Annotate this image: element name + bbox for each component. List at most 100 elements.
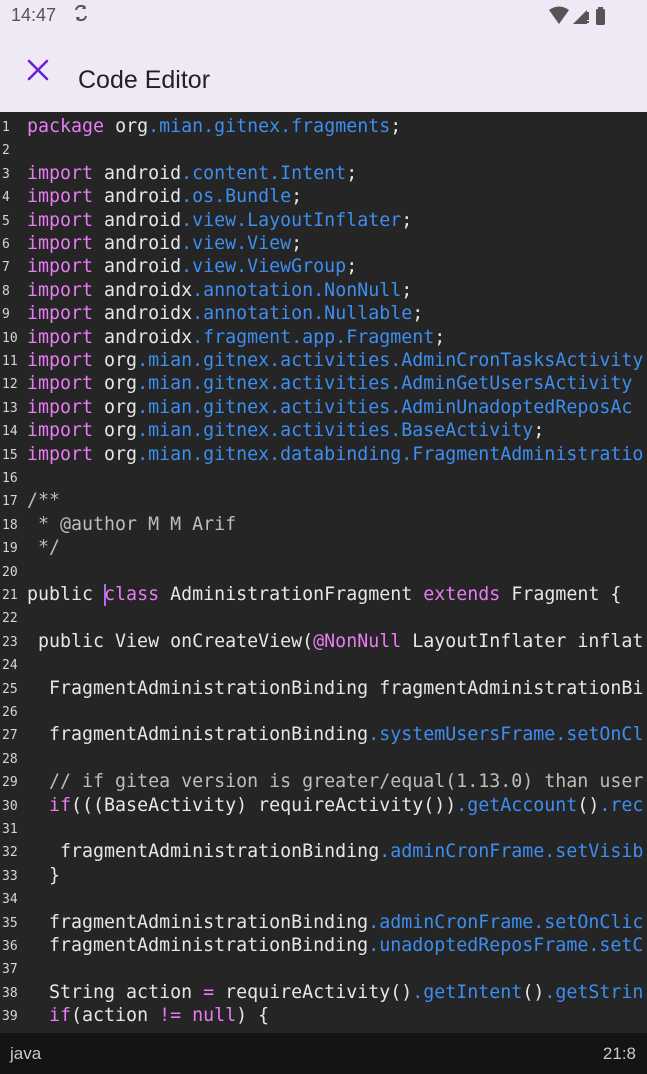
line-number: 27 xyxy=(2,728,18,744)
cursor-position: 21:8 xyxy=(602,1044,636,1063)
code-text: public class AdministrationFragment exte… xyxy=(27,583,621,606)
code-token: @NonNull xyxy=(313,630,402,652)
line-number: 34 xyxy=(2,892,18,908)
code-text: fragmentAdministrationBinding.adminCronF… xyxy=(27,840,643,863)
code-token: androidx xyxy=(104,303,193,325)
code-token: .getStrin xyxy=(544,981,644,1003)
code-text: if(((BaseActivity) requireActivity()).ge… xyxy=(27,794,643,817)
signal-icon xyxy=(573,10,589,24)
line-number: 39 xyxy=(2,1009,18,1025)
wifi-icon xyxy=(549,6,569,24)
code-token: AdministrationFragment xyxy=(170,584,424,605)
code-token: String action xyxy=(27,981,204,1003)
line-number: 28 xyxy=(2,751,18,767)
code-line[interactable]: 2 xyxy=(0,138,647,161)
line-number: 14 xyxy=(2,424,18,440)
code-line[interactable]: 23 public View onCreateView(@NonNull Lay… xyxy=(0,630,647,653)
line-number: 38 xyxy=(2,985,18,1001)
code-line[interactable]: 5 import android.view.LayoutInflater; xyxy=(0,209,647,232)
code-token: .adminCronFrame.setVisib xyxy=(379,841,644,863)
code-token: () xyxy=(522,981,545,1003)
code-token: android xyxy=(104,186,182,208)
line-number: 36 xyxy=(2,939,18,954)
code-token: .content.Intent xyxy=(181,162,347,184)
code-token: .mian.gitnex.databinding.FragmentAdminis… xyxy=(137,443,644,465)
code-token: .mian.gitnex.activities.AdminGetUsersAct… xyxy=(137,373,633,395)
code-token: import xyxy=(27,396,105,418)
code-line[interactable]: 1 package org.mian.gitnex.fragments; xyxy=(0,115,647,138)
code-token: != xyxy=(159,1005,182,1027)
code-line[interactable]: 35 fragmentAdministrationBinding.adminCr… xyxy=(0,911,647,934)
line-number: 30 xyxy=(2,798,18,814)
code-line[interactable]: 29 // if gitea version is greater/equal(… xyxy=(0,770,647,793)
code-line[interactable]: 38 String action = requireActivity().get… xyxy=(0,981,647,1004)
line-number: 18 xyxy=(2,517,18,533)
code-token: * @author M M Arif xyxy=(27,513,237,535)
code-text: import org.mian.gitnex.activities.AdminG… xyxy=(27,372,632,395)
code-text: if(action != null) { xyxy=(27,1004,269,1027)
code-editor[interactable]: 1 package org.mian.gitnex.fragments; 2 3 imp… xyxy=(0,113,647,1033)
code-token: fragmentAdministrationBinding xyxy=(27,911,369,933)
code-token: ; xyxy=(346,162,358,184)
code-token: import xyxy=(27,209,105,231)
code-line[interactable]: 31 xyxy=(0,817,647,840)
line-number: 24 xyxy=(2,658,18,674)
code-line[interactable]: 3 import android.content.Intent; xyxy=(0,162,647,185)
code-line[interactable]: 36 fragmentAdministrationBinding.unadopt… xyxy=(0,934,647,957)
code-line[interactable]: 16 xyxy=(0,466,647,489)
code-line[interactable]: 33 } xyxy=(0,864,647,887)
code-line[interactable]: 11 import org.mian.gitnex.activities.Admi… xyxy=(0,349,647,372)
code-text: import androidx.annotation.NonNull; xyxy=(27,279,412,302)
code-line[interactable]: 21 public class AdministrationFragment ex… xyxy=(0,583,647,606)
code-line[interactable]: 13 import org.mian.gitnex.activities.Admi… xyxy=(0,396,647,419)
code-token: import xyxy=(27,303,105,325)
code-text: import android.content.Intent; xyxy=(27,162,357,185)
code-token: org xyxy=(104,443,138,465)
line-number: 16 xyxy=(2,471,18,486)
code-line[interactable]: 14 import org.mian.gitnex.activities.Base… xyxy=(0,419,647,442)
text-cursor xyxy=(104,584,106,606)
close-button[interactable] xyxy=(20,52,56,88)
code-token: public xyxy=(27,584,105,605)
code-line[interactable]: 8 import androidx.annotation.NonNull; xyxy=(0,279,647,302)
code-line[interactable]: 24 xyxy=(0,653,647,676)
code-text: fragmentAdministrationBinding.adminCronF… xyxy=(27,911,643,934)
line-number: 13 xyxy=(2,400,18,416)
code-line[interactable]: 39 if(action != null) { xyxy=(0,1004,647,1027)
code-line[interactable]: 32 fragmentAdministrationBinding.adminCr… xyxy=(0,840,647,863)
code-line[interactable]: 4 import android.os.Bundle; xyxy=(0,185,647,208)
code-line[interactable]: 6 import android.view.View; xyxy=(0,232,647,255)
code-line[interactable]: 20 xyxy=(0,560,647,583)
code-token: .view.ViewGroup xyxy=(181,256,347,278)
code-line[interactable]: 27 fragmentAdministrationBinding.systemU… xyxy=(0,723,647,746)
code-text: import androidx.annotation.Nullable; xyxy=(27,302,423,325)
code-line[interactable]: 34 xyxy=(0,887,647,910)
line-number: 17 xyxy=(2,494,18,510)
code-text: import android.view.ViewGroup; xyxy=(27,255,357,278)
code-line[interactable]: 25 FragmentAdministrationBinding fragmen… xyxy=(0,677,647,700)
code-line[interactable]: 7 import android.view.ViewGroup; xyxy=(0,255,647,278)
code-text: FragmentAdministrationBinding fragmentAd… xyxy=(27,677,643,700)
code-token: */ xyxy=(27,537,61,559)
code-line[interactable]: 19 */ xyxy=(0,536,647,559)
code-token: fragmentAdministrationBinding xyxy=(27,724,369,746)
code-line[interactable]: 22 xyxy=(0,606,647,629)
code-line[interactable]: 9 import androidx.annotation.Nullable; xyxy=(0,302,647,325)
code-line[interactable]: 15 import org.mian.gitnex.databinding.Fra… xyxy=(0,443,647,466)
line-number: 1 xyxy=(2,120,10,135)
code-token: .getIntent xyxy=(412,981,523,1003)
code-line[interactable]: 28 xyxy=(0,747,647,770)
code-line[interactable]: 37 xyxy=(0,957,647,980)
code-line[interactable]: 17 /** xyxy=(0,489,647,512)
code-token: android xyxy=(104,209,182,231)
code-line[interactable]: 10 import androidx.fragment.app.Fragment; xyxy=(0,326,647,349)
code-line[interactable]: 30 if(((BaseActivity) requireActivity())… xyxy=(0,794,647,817)
code-token: .mian.gitnex.activities.AdminUnadoptedRe… xyxy=(137,396,633,418)
code-text: package org.mian.gitnex.fragments; xyxy=(27,115,401,138)
code-line[interactable]: 26 xyxy=(0,700,647,723)
code-line[interactable]: 12 import org.mian.gitnex.activities.Admi… xyxy=(0,372,647,395)
code-line[interactable]: 18 * @author M M Arif xyxy=(0,513,647,536)
sync-icon xyxy=(73,4,89,27)
